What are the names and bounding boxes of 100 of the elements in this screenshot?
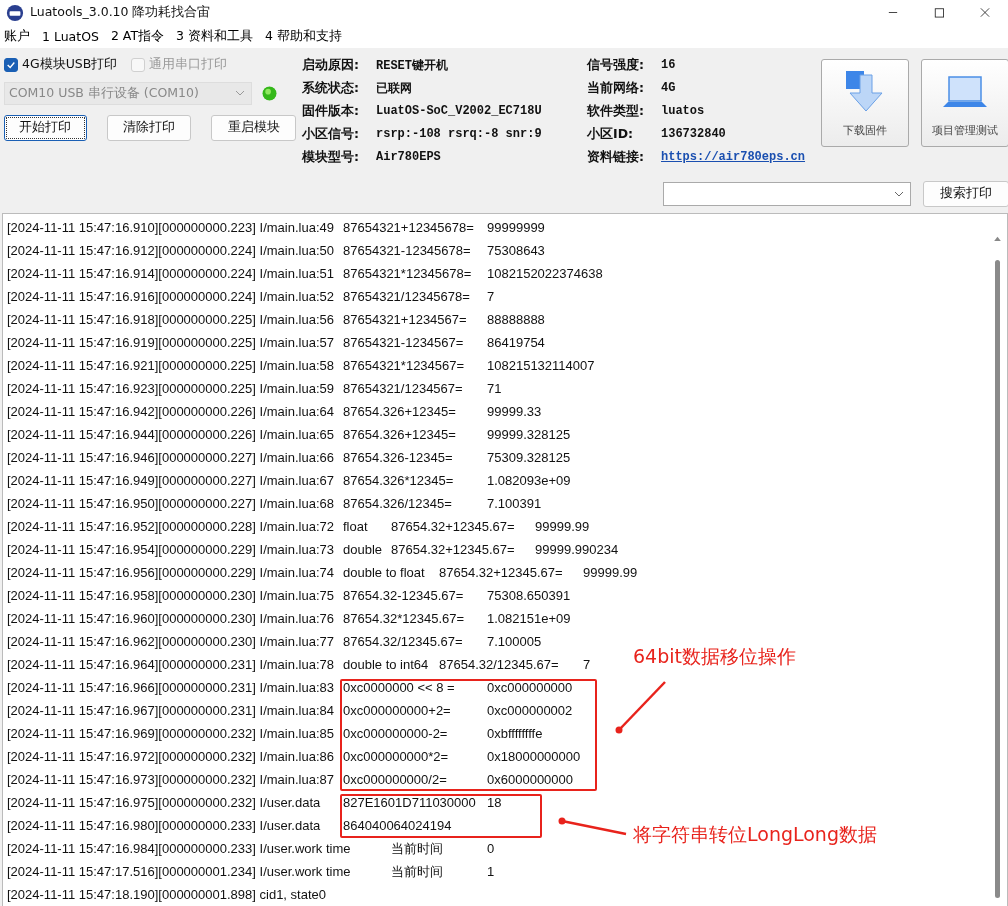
log-text: 108215132114007 — [487, 358, 595, 373]
log-text: 0xc000000002 — [487, 703, 573, 718]
log-text: [2024-11-11 15:47:16.962][000000000.230] I/main.lua:77 — [7, 634, 334, 649]
log-text: [2024-11-11 15:47:16.914][000000000.224] I/main.lua:51 — [7, 266, 334, 281]
log-text: 87654321+1234567= — [343, 312, 467, 327]
log-text: [2024-11-11 15:47:16.958][000000000.230] I/main.lua:75 — [7, 588, 334, 603]
info-label: 软件类型: — [587, 102, 645, 120]
log-text: [2024-11-11 15:47:17.516][000000001.234] I/user.work time — [7, 864, 351, 879]
log-text: 87654.32+12345.67= — [439, 565, 563, 580]
log-text: 827E1601D711030000 — [343, 795, 476, 810]
log-text: 当前时间 — [391, 864, 443, 879]
log-text: [2024-11-11 15:47:16.956][000000000.229] I/main.lua:74 — [7, 565, 334, 580]
info-value: Air780EPS — [376, 150, 442, 165]
log-text: 99999.99 — [583, 565, 638, 580]
log-text: 99999.33 — [487, 404, 542, 419]
log-text: 99999999 — [487, 220, 545, 235]
log-text: [2024-11-11 15:47:16.966][000000000.231] I/main.lua:83 — [7, 680, 334, 695]
info-value: 4G — [661, 81, 677, 96]
log-text: 75308643 — [487, 243, 545, 258]
log-text: 87654.32/12345.67= — [343, 634, 463, 649]
menu-item[interactable]: 账户 — [4, 27, 30, 45]
menu-item[interactable]: 4 帮助和支持 — [265, 27, 342, 45]
log-text: 0x6000000000 — [487, 772, 574, 787]
scroll-up-icon[interactable] — [994, 236, 1001, 241]
window-title: Luatools_3.0.10 降功耗找合宙 — [30, 4, 211, 21]
log-text: 87654321-12345678= — [343, 243, 471, 258]
log-text: [2024-11-11 15:47:16.919][000000000.225] I/main.lua:57 — [7, 335, 334, 350]
log-text: 1.082151e+09 — [487, 611, 571, 626]
log-text: 87654321+12345678= — [343, 220, 474, 235]
checkbox[interactable] — [4, 57, 18, 72]
log-text: float — [343, 519, 368, 534]
menu-item[interactable]: 3 资料和工具 — [176, 27, 254, 45]
log-text: 87654321*1234567= — [343, 358, 465, 373]
info-label: 固件版本: — [302, 102, 360, 120]
log-text: [2024-11-11 15:47:16.972][000000000.232] I/main.lua:86 — [7, 749, 334, 764]
log-text: double — [343, 542, 383, 557]
log-text: [2024-11-11 15:47:16.923][000000000.225] I/main.lua:59 — [7, 381, 334, 396]
log-text: 87654.32*12345.67= — [343, 611, 465, 626]
log-text: 87654321/1234567= — [343, 381, 463, 396]
log-text: 0xc000000000-2= — [343, 726, 448, 741]
log-text: 75309.328125 — [487, 450, 571, 465]
log-text: [2024-11-11 15:47:16.967][000000000.231] I/main.lua:84 — [7, 703, 334, 718]
log-text: 7 — [583, 657, 591, 672]
log-text: double to float — [343, 565, 425, 580]
info-value: 已联网 — [376, 80, 413, 97]
log-text: 1.082093e+09 — [487, 473, 571, 488]
search-print-button[interactable]: 搜索打印 — [923, 180, 1008, 207]
log-text: 87654.326+12345= — [343, 427, 456, 442]
log-text: [2024-11-11 15:47:16.918][000000000.225] I/main.lua:56 — [7, 312, 334, 327]
log-text: [2024-11-11 15:47:16.960][000000000.230] I/main.lua:76 — [7, 611, 334, 626]
log-text: 87654.326/12345= — [343, 496, 452, 511]
log-text: 87654321-1234567= — [343, 335, 464, 350]
log-text: [2024-11-11 15:47:16.969][000000000.232] I/main.lua:85 — [7, 726, 334, 741]
log-text: 0x18000000000 — [487, 749, 581, 764]
log-text: 75308.650391 — [487, 588, 571, 603]
tool-button[interactable]: 项目管理测试 — [921, 58, 1008, 147]
info-label: 系统状态: — [302, 79, 360, 97]
log-text: 0 — [487, 841, 495, 856]
log-text: 0xc0000000 << 8 = — [343, 680, 455, 695]
info-value: 136732840 — [661, 127, 727, 142]
log-text: [2024-11-11 15:47:16.949][000000000.227] I/main.lua:67 — [7, 473, 334, 488]
log-text: 87654.32/12345.67= — [439, 657, 559, 672]
log-text: [2024-11-11 15:47:18.190][000000001.898] cid1, state0 — [7, 887, 326, 902]
log-text: [2024-11-11 15:47:16.975][000000000.232] I/user.data — [7, 795, 321, 810]
log-text: 87654.326*12345= — [343, 473, 454, 488]
checkbox-label: 4G模块USB打印 — [22, 56, 118, 74]
docs-link[interactable]: https://air780eps.cn — [661, 150, 821, 165]
log-text: 87654.32+12345.67= — [391, 519, 515, 534]
info-value: 16 — [661, 58, 677, 73]
log-text: 88888888 — [487, 312, 545, 327]
action-button[interactable]: 重启模块 — [211, 114, 296, 141]
log-text: 0xc000000000+2= — [343, 703, 451, 718]
log-text: 0xbffffffffe — [487, 726, 543, 741]
log-text: [2024-11-11 15:47:16.921][000000000.225] I/main.lua:58 — [7, 358, 334, 373]
search-combo[interactable] — [663, 181, 911, 206]
log-text: 864040064024194 — [343, 818, 452, 833]
log-text: 99999.990234 — [535, 542, 619, 557]
action-button[interactable]: 开始打印 — [4, 114, 87, 141]
log-text: [2024-11-11 15:47:16.950][000000000.227] I/main.lua:68 — [7, 496, 334, 511]
action-button[interactable]: 清除打印 — [106, 114, 192, 141]
dropdown-caret-icon — [235, 90, 245, 97]
log-text: [2024-11-11 15:47:16.942][000000000.226] I/main.lua:64 — [7, 404, 334, 419]
info-value: rsrp:-108 rsrq:-8 snr:9 — [376, 127, 543, 142]
dropdown-caret-icon — [894, 190, 904, 197]
log-text: 87654321*12345678= — [343, 266, 472, 281]
log-text: 1 — [487, 864, 495, 879]
annotation-text: 将字符串转位LongLong数据 — [633, 822, 877, 847]
log-text: 0xc000000000*2= — [343, 749, 449, 764]
log-text: 99999.99 — [535, 519, 590, 534]
log-text: 87654.326+12345= — [343, 404, 456, 419]
info-value: LuatOS-SoC_V2002_EC718U — [376, 104, 543, 119]
menu-item[interactable]: 1 LuatOS — [42, 28, 99, 44]
info-label: 小区ID: — [587, 125, 635, 143]
tool-button[interactable]: 下载固件 — [821, 58, 909, 147]
log-text: [2024-11-11 15:47:16.973][000000000.232] I/main.lua:87 — [7, 772, 334, 787]
log-text: [2024-11-11 15:47:16.964][000000000.231] I/main.lua:78 — [7, 657, 334, 672]
info-value: luatos — [661, 104, 706, 119]
menu-item[interactable]: 2 AT指令 — [110, 27, 165, 45]
log-text: 当前时间 — [391, 841, 443, 856]
log-text: [2024-11-11 15:47:16.944][000000000.226] I/main.lua:65 — [7, 427, 334, 442]
